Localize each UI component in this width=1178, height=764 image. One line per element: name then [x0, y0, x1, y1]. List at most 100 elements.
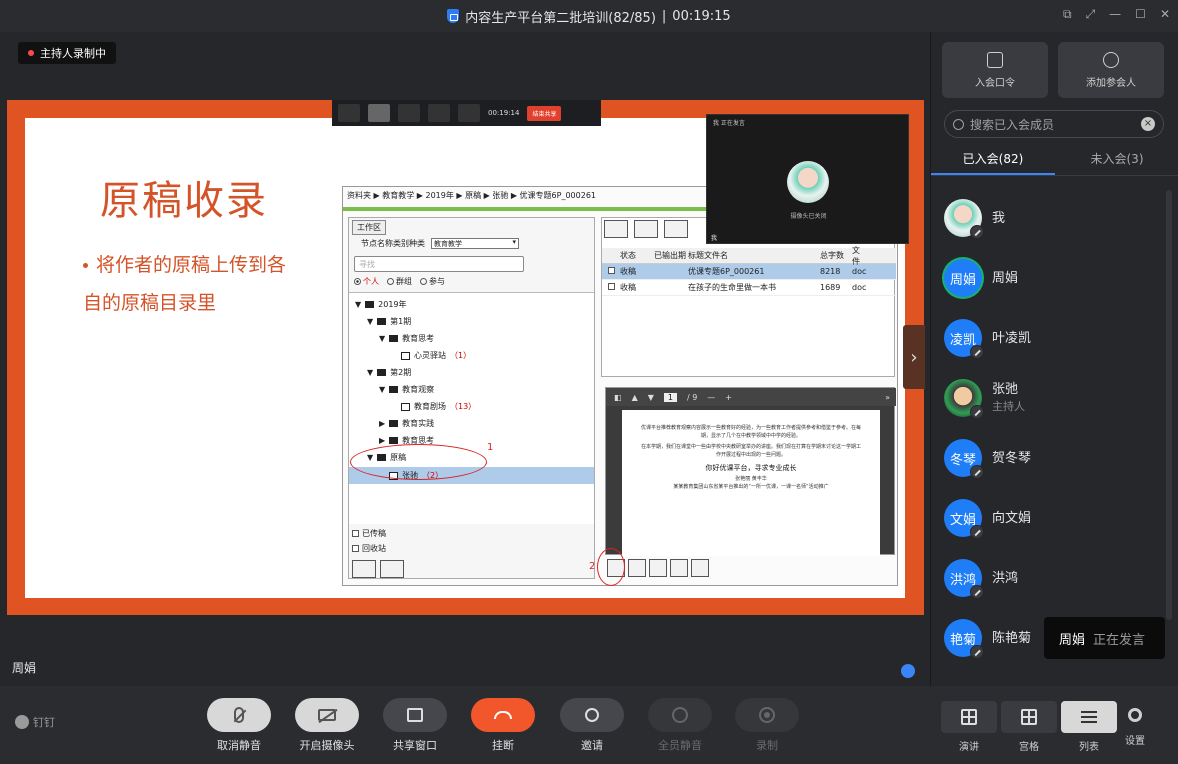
- avatar-text: 冬琴: [949, 452, 976, 468]
- view-speaker-button[interactable]: 演讲: [941, 701, 997, 753]
- hangup-button[interactable]: 挂断: [471, 698, 535, 753]
- annotation-number: 2: [589, 561, 596, 572]
- join-code-button[interactable]: 入会口令: [942, 42, 1048, 98]
- clear-icon[interactable]: ×: [1141, 117, 1155, 131]
- document-viewer: ◧ ▲ ▼ 1 / 9 — + » 优课平台推荐教育观察内容展示一些教育好的经验…: [605, 387, 896, 556]
- mic-off-icon: [970, 345, 984, 359]
- mini-members-icon: [428, 104, 450, 122]
- stage-speaker-name: 周娟: [12, 661, 37, 675]
- member-item[interactable]: 冬琴 贺冬琴: [931, 428, 1178, 488]
- add-participant-label: 添加参会人: [1086, 77, 1136, 89]
- share-window-button[interactable]: 共享窗口: [383, 698, 447, 753]
- member-item[interactable]: 我: [931, 188, 1178, 248]
- add-participant-button[interactable]: 添加参会人: [1058, 42, 1164, 98]
- sidebar-toggle-icon: ◧: [614, 392, 622, 402]
- check-recycle-label: 回收站: [362, 544, 386, 553]
- mini-more-icon: [458, 104, 480, 122]
- next-page-icon: ▼: [647, 392, 654, 402]
- check-recycle: 回收站: [352, 543, 386, 554]
- members-panel: 入会口令 添加参会人 搜索已入会成员 × 已入会(82) 未入会(3) 我 周娟…: [930, 32, 1178, 686]
- share-link-icon: [987, 51, 1003, 68]
- cell-status: 收稿: [620, 267, 636, 276]
- minimize-icon[interactable]: —: [1109, 7, 1121, 22]
- col-title: 标题文件名: [688, 251, 728, 260]
- file-icon: [628, 559, 646, 577]
- maximize-icon[interactable]: ☐: [1135, 7, 1146, 22]
- radio-group-label: 群组: [396, 277, 412, 286]
- add-user-icon: [1103, 51, 1119, 68]
- folder-icon: [377, 318, 387, 325]
- file-table: 状态 已输出期 标题文件名 总字数 文件 收稿 优课专题6P_000261 82…: [602, 246, 896, 296]
- member-name: 张弛: [992, 382, 1019, 397]
- download-icon: [670, 559, 688, 577]
- tab-not-joined[interactable]: 未入会(3): [1055, 146, 1178, 175]
- tree-label: 心灵驿站: [414, 351, 446, 360]
- mini-mic-icon: [338, 104, 360, 122]
- member-name: 向文娟: [992, 510, 1032, 526]
- member-item[interactable]: 凌凯 叶凌凯: [931, 308, 1178, 368]
- cell-title: 优课专题6P_000261: [688, 267, 765, 276]
- member-search-placeholder: 搜索已入会成员: [970, 117, 1055, 132]
- folder-icon: [377, 369, 387, 376]
- member-item[interactable]: 洪鸿 洪鸿: [931, 548, 1178, 608]
- mic-off-icon: [234, 707, 244, 723]
- speaking-status: 正在发言: [1093, 632, 1146, 648]
- self-camera-window[interactable]: 我 正在发言 摄像头已关闭 我: [706, 114, 909, 244]
- member-item[interactable]: 周娟 周娟: [931, 248, 1178, 308]
- record-button[interactable]: 录制: [735, 698, 799, 753]
- unmute-button[interactable]: 取消静音: [207, 698, 271, 753]
- cell-title: 在孩子的生命里做一本书: [688, 283, 776, 292]
- popout-icon[interactable]: ⧉: [1063, 7, 1072, 22]
- mute-all-pill: [648, 698, 712, 732]
- view-grid-button[interactable]: 宫格: [1001, 701, 1057, 753]
- check-published-label: 已传稿: [362, 529, 386, 538]
- avatar: 艳菊: [944, 619, 984, 659]
- mini-end-share: 结束共享: [527, 105, 562, 121]
- member-search-input[interactable]: 搜索已入会成员 ×: [944, 110, 1164, 138]
- table-row: 收稿 优课专题6P_000261 8218 doc: [602, 264, 896, 280]
- folder-icon: [389, 420, 399, 427]
- annotation-ellipse: [597, 548, 625, 586]
- tree-node: 教育剧场 （13）: [401, 399, 476, 414]
- chevron-right-icon[interactable]: ›: [903, 325, 925, 389]
- mic-off-icon: [970, 465, 984, 479]
- tree-node: ▼ 教育观察: [379, 385, 435, 394]
- tree-label: 第1期: [390, 317, 412, 326]
- mini-timer: 00:19:14: [488, 109, 520, 117]
- member-item[interactable]: 张弛 主持人: [931, 368, 1178, 428]
- row-check: [602, 283, 620, 292]
- cell-words: 8218: [820, 267, 841, 276]
- avatar: [944, 199, 984, 239]
- member-item[interactable]: 文娟 向文娟: [931, 488, 1178, 548]
- invite-button[interactable]: 邀请: [560, 698, 624, 753]
- search-icon: [953, 118, 964, 130]
- avatar: 洪鸿: [944, 559, 984, 599]
- mute-all-button[interactable]: 全员静音: [648, 698, 712, 753]
- avatar: 周娟: [944, 259, 982, 297]
- tab-joined[interactable]: 已入会(82): [931, 146, 1055, 175]
- view-list-button[interactable]: 列表: [1061, 701, 1117, 753]
- checkbox-icon: [607, 267, 615, 274]
- viewer-page: 优课平台推荐教育观察内容展示一些教育好的经验，为一些教育工作者提供参考和借鉴于参…: [622, 410, 880, 556]
- share-pill: [383, 698, 447, 732]
- chat-icon[interactable]: [901, 664, 915, 678]
- fullscreen-icon[interactable]: ⤢: [1086, 7, 1096, 22]
- hangup-label: 挂断: [492, 739, 514, 752]
- mic-off-icon: [970, 525, 984, 539]
- close-icon[interactable]: ✕: [1160, 7, 1170, 22]
- member-scrollbar[interactable]: [1166, 190, 1172, 620]
- checkbox-icon: [352, 530, 359, 537]
- tree-label: 第2期: [390, 368, 412, 377]
- share-screen-icon: [407, 708, 423, 722]
- share-stage: 主持人录制中 原稿收录 将作者的原稿上传到各 自的原稿目录里 00:19:14 …: [0, 32, 930, 686]
- viewer-page-number: 1: [663, 392, 677, 402]
- mic-off-icon: [970, 225, 984, 239]
- settings-button[interactable]: 设置: [1125, 708, 1145, 747]
- speaking-indicator: 周娟 正在发言: [1044, 617, 1165, 659]
- brand-name: 钉钉: [33, 716, 55, 729]
- camera-button[interactable]: 开启摄像头: [295, 698, 359, 753]
- avatar: 文娟: [944, 499, 984, 539]
- settings-label: 设置: [1125, 736, 1145, 747]
- work-area-tab: 工作区: [352, 220, 386, 235]
- zoom-in-icon: +: [725, 392, 732, 402]
